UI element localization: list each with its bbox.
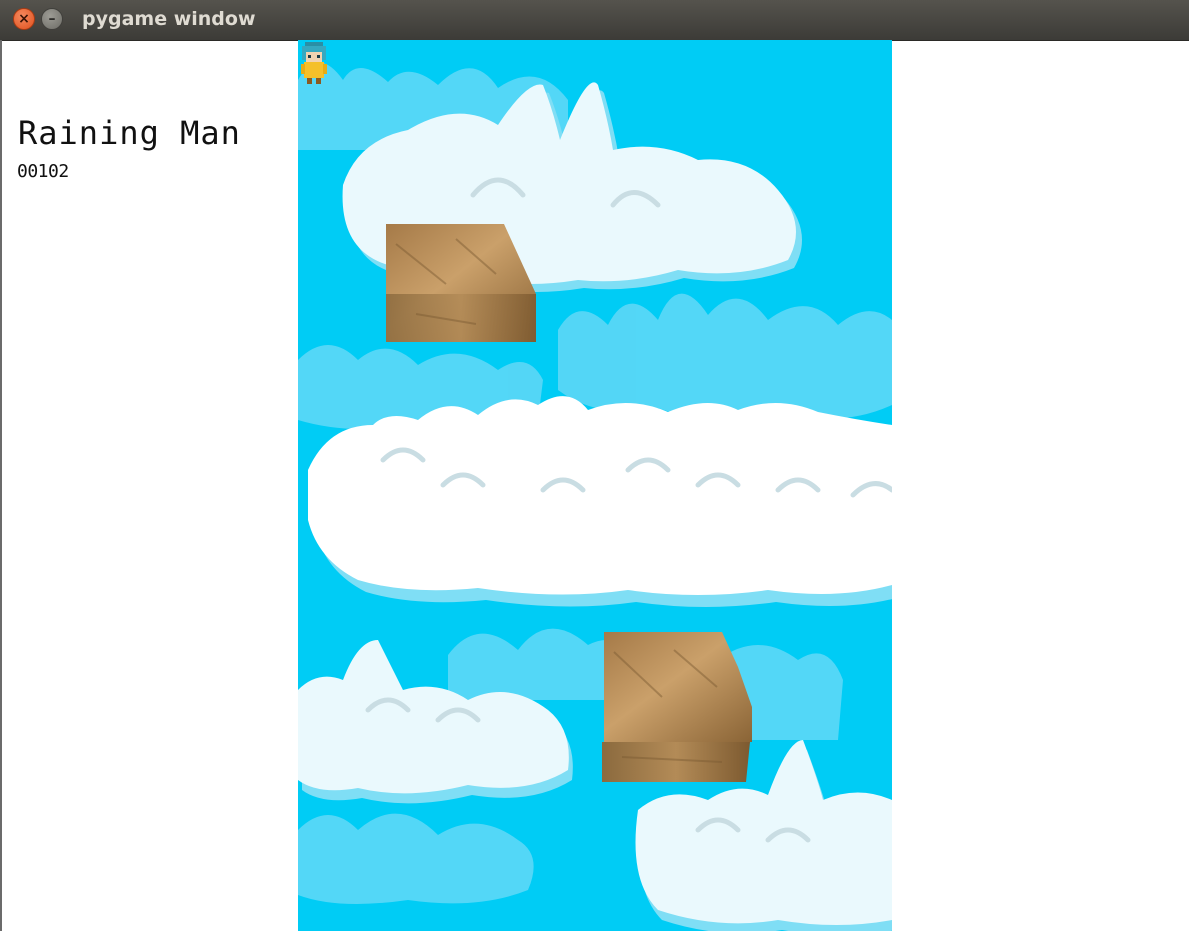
close-icon[interactable]: ×	[13, 8, 35, 30]
player-character	[301, 42, 327, 84]
game-title: Raining Man	[18, 114, 241, 152]
minimize-icon[interactable]: –	[41, 8, 63, 30]
clouds-white	[308, 396, 892, 595]
window-title: pygame window	[82, 8, 256, 30]
score-counter: 00102	[17, 161, 69, 182]
sky-background	[298, 62, 892, 931]
game-playfield	[298, 40, 892, 931]
window-border	[0, 40, 2, 931]
rock-platform	[602, 632, 752, 782]
rock-platform	[386, 224, 536, 342]
window-titlebar: × – pygame window	[0, 0, 1189, 41]
